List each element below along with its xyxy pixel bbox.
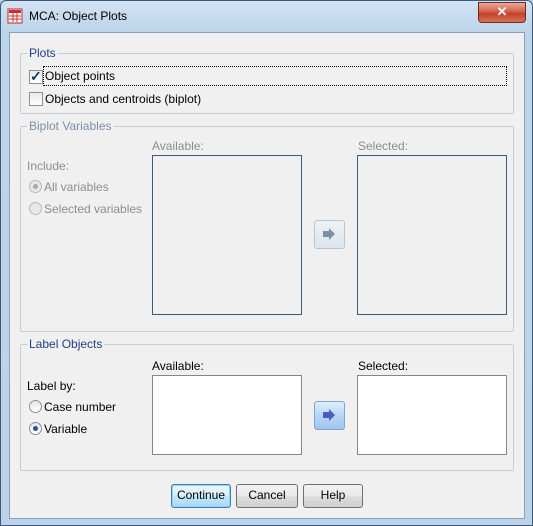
biplot-variables-legend: Biplot Variables: [29, 119, 112, 133]
object-points-checkbox[interactable]: ✓: [29, 68, 43, 84]
dialog-body: Plots ✓ Object points Objects and centro…: [9, 32, 525, 519]
case-number-radio[interactable]: [29, 400, 42, 413]
radio-dot-icon: [33, 184, 38, 189]
label-selected-list[interactable]: [357, 375, 507, 455]
plots-group-legend: Plots: [29, 46, 56, 60]
label-selected-label: Selected:: [358, 359, 409, 373]
biplot-selected-list[interactable]: [357, 155, 507, 315]
cancel-button[interactable]: Cancel: [236, 484, 298, 508]
case-number-label[interactable]: Case number: [44, 400, 116, 414]
radio-dot-icon: [33, 426, 38, 431]
all-variables-label[interactable]: All variables: [44, 180, 109, 194]
label-objects-legend: Label Objects: [29, 337, 103, 351]
dialog-window: MCA: Object Plots ✕ Plots ✓ Object point…: [0, 0, 533, 526]
close-icon: ✕: [496, 4, 508, 19]
selected-variables-label[interactable]: Selected variables: [44, 202, 142, 216]
checkmark-icon: ✓: [30, 68, 42, 84]
window-title: MCA: Object Plots: [29, 9, 128, 23]
object-points-label[interactable]: Object points: [45, 69, 115, 83]
include-label: Include:: [27, 159, 70, 173]
close-button[interactable]: ✕: [478, 2, 526, 23]
biplot-selected-label: Selected:: [358, 139, 409, 153]
continue-button[interactable]: Continue: [171, 484, 231, 508]
biplot-available-label: Available:: [152, 139, 204, 153]
label-available-list[interactable]: [152, 375, 302, 455]
objects-and-centroids-checkbox[interactable]: [29, 92, 43, 106]
move-right-arrow-icon: [323, 228, 335, 240]
move-right-arrow-icon: [323, 409, 335, 421]
objects-and-centroids-label[interactable]: Objects and centroids (biplot): [45, 92, 201, 106]
variable-label[interactable]: Variable: [44, 422, 87, 436]
help-button[interactable]: Help: [303, 484, 363, 508]
all-variables-radio[interactable]: [29, 180, 42, 193]
label-move-button[interactable]: [314, 401, 345, 430]
biplot-move-button[interactable]: [314, 220, 345, 249]
spss-app-icon: [7, 8, 23, 24]
selected-variables-radio[interactable]: [29, 202, 42, 215]
variable-radio[interactable]: [29, 422, 42, 435]
label-by-label: Label by:: [27, 379, 76, 393]
biplot-available-list[interactable]: [152, 155, 302, 315]
label-available-label: Available:: [152, 359, 204, 373]
title-bar[interactable]: MCA: Object Plots ✕: [1, 1, 532, 32]
